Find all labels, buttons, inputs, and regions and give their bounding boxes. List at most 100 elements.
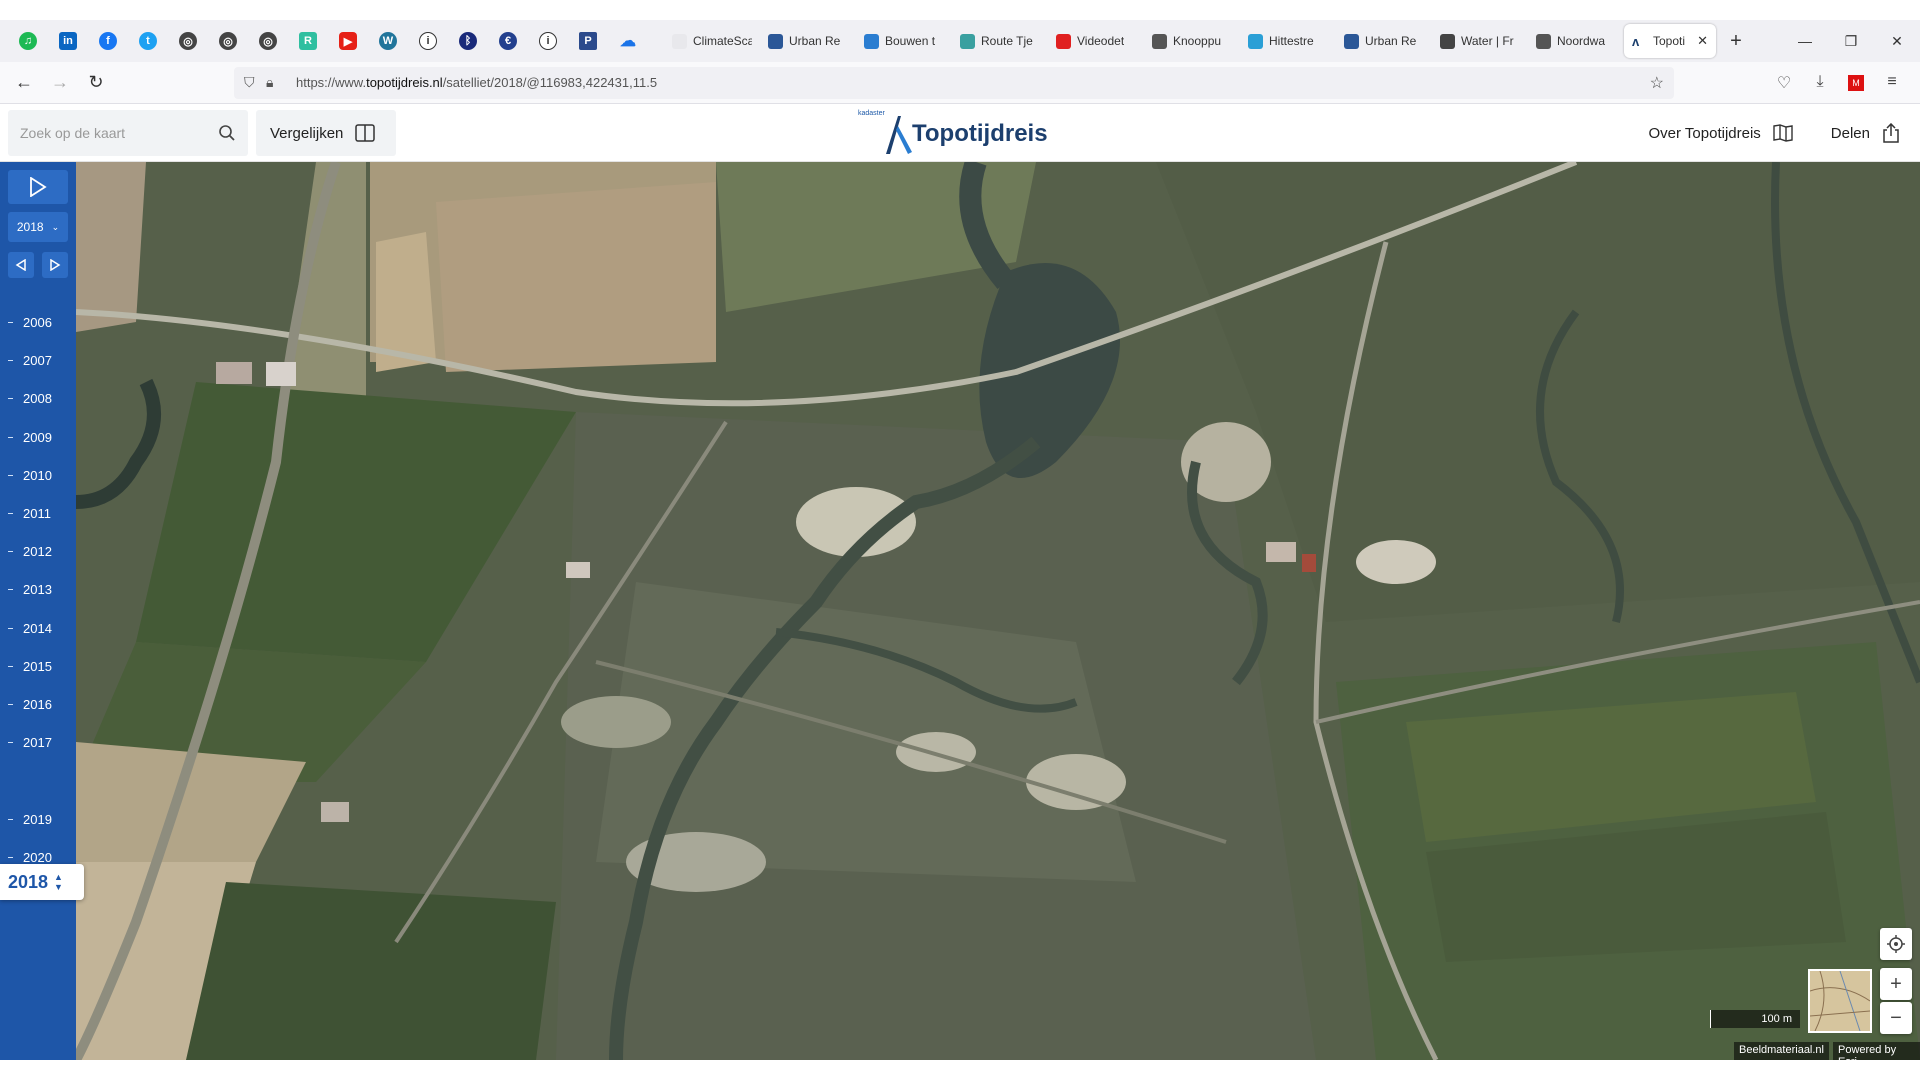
pinned-tab[interactable]: i bbox=[408, 20, 448, 62]
close-tab-icon[interactable]: ✕ bbox=[1697, 33, 1708, 49]
back-button[interactable]: ← bbox=[6, 72, 42, 93]
pinned-tab[interactable]: i bbox=[528, 20, 568, 62]
plus-icon: + bbox=[1890, 972, 1902, 995]
year-label: 2019 bbox=[23, 811, 52, 827]
minimize-button[interactable]: — bbox=[1782, 33, 1828, 50]
timeline-year-2014[interactable]: 2014 bbox=[0, 618, 76, 638]
timeline-year-2010[interactable]: 2010 bbox=[0, 465, 76, 485]
pinned-tab[interactable]: ◎ bbox=[248, 20, 288, 62]
year-tick bbox=[8, 818, 13, 820]
locate-button[interactable] bbox=[1880, 928, 1912, 960]
updown-icon: ▲ ▼ bbox=[54, 872, 63, 892]
close-window-button[interactable]: ✕ bbox=[1874, 33, 1920, 50]
browser-tab[interactable]: Water | Fr bbox=[1432, 24, 1528, 58]
browser-tab[interactable]: Hittestre bbox=[1240, 24, 1336, 58]
pocket-icon[interactable]: ♡ bbox=[1766, 73, 1802, 93]
menu-icon[interactable]: ≡ bbox=[1874, 73, 1910, 93]
play-button[interactable] bbox=[8, 170, 68, 204]
search-icon[interactable] bbox=[218, 124, 236, 142]
timeline-year-2011[interactable]: 2011 bbox=[0, 503, 76, 523]
zoom-in-button[interactable]: + bbox=[1880, 968, 1912, 1000]
pinned-tab[interactable]: ♫ bbox=[8, 20, 48, 62]
shield-icon[interactable]: ⛉ bbox=[244, 74, 266, 91]
timeline-year-2012[interactable]: 2012 bbox=[0, 541, 76, 561]
next-year-button[interactable] bbox=[42, 252, 68, 278]
twitter-icon: t bbox=[139, 32, 157, 50]
logo-small-text: kadaster bbox=[858, 110, 885, 117]
previous-year-button[interactable] bbox=[8, 252, 34, 278]
browser-tab[interactable]: ClimateScan bbox=[664, 24, 760, 58]
forward-button[interactable]: → bbox=[42, 72, 78, 93]
tab-title: Videodet bbox=[1077, 34, 1125, 48]
pinned-tab[interactable]: in bbox=[48, 20, 88, 62]
scale-bar: 100 m bbox=[1710, 1010, 1800, 1028]
basemap-switcher[interactable] bbox=[1808, 969, 1872, 1033]
attribution-imagery[interactable]: Beeldmateriaal.nl bbox=[1734, 1042, 1829, 1060]
timeline-year-2016[interactable]: 2016 bbox=[0, 694, 76, 714]
timeline-year-2017[interactable]: 2017 bbox=[0, 732, 76, 752]
share-button[interactable]: Delen bbox=[1831, 123, 1900, 143]
timeline-sidebar: 2018 ⌄ 2006 2007 2008 2009 2010 2011 2012 2013 2… bbox=[0, 162, 84, 1060]
year-label: 2011 bbox=[23, 505, 51, 521]
pinned-tab[interactable]: ☁ bbox=[608, 20, 648, 62]
timeline-year-2019[interactable]: 2019 bbox=[0, 809, 76, 829]
pinned-tab[interactable]: t bbox=[128, 20, 168, 62]
timeline-year-2009[interactable]: 2009 bbox=[0, 427, 76, 447]
pinned-tab[interactable]: P bbox=[568, 20, 608, 62]
year-label: 2012 bbox=[23, 543, 52, 559]
topo-map-thumbnail-icon bbox=[1810, 971, 1870, 1031]
timeline-year-2015[interactable]: 2015 bbox=[0, 656, 76, 676]
attribution-esri[interactable]: Powered by Esri bbox=[1833, 1042, 1920, 1068]
browser-tab[interactable]: Route Tje bbox=[952, 24, 1048, 58]
pinned-tab[interactable]: f bbox=[88, 20, 128, 62]
tab-title: Water | Fr bbox=[1461, 34, 1514, 48]
timeline-year-2008[interactable]: 2008 bbox=[0, 388, 76, 408]
browser-tab[interactable]: Urban Re bbox=[1336, 24, 1432, 58]
downloads-icon[interactable]: ⤓ bbox=[1802, 73, 1838, 93]
timeline-year-2006[interactable]: 2006 bbox=[0, 312, 76, 332]
tab-title: Urban Re bbox=[1365, 34, 1417, 48]
satellite-imagery bbox=[76, 162, 1920, 1060]
current-year-marker[interactable]: 2018 ▲ ▼ bbox=[0, 864, 84, 900]
tab-favicon-icon bbox=[1248, 33, 1263, 49]
pinned-tab[interactable]: ᛒ bbox=[448, 20, 488, 62]
pinned-tab[interactable]: ◎ bbox=[208, 20, 248, 62]
satellite-map[interactable] bbox=[76, 162, 1920, 1060]
timeline-year-2007[interactable]: 2007 bbox=[0, 350, 76, 370]
header-actions: Over Topotijdreis Delen bbox=[1611, 104, 1900, 162]
new-tab-button[interactable]: + bbox=[1720, 30, 1752, 53]
share-icon bbox=[1883, 123, 1899, 143]
address-bar[interactable]: ⛉ 🔒︎ https://www.topotijdreis.nl/satelli… bbox=[234, 66, 1674, 99]
year-label: 2015 bbox=[23, 658, 52, 674]
pinned-tab[interactable]: W bbox=[368, 20, 408, 62]
bookmark-star-icon[interactable]: ☆ bbox=[1650, 73, 1664, 93]
browser-tab[interactable]: Bouwen t bbox=[856, 24, 952, 58]
active-tab[interactable]: ʌ Topoti ✕ bbox=[1624, 24, 1716, 58]
globe-icon: ◎ bbox=[259, 32, 277, 50]
compare-button[interactable]: Vergelijken bbox=[256, 110, 396, 156]
pinned-tab[interactable]: R bbox=[288, 20, 328, 62]
current-year-label: 2018 bbox=[8, 871, 49, 892]
extension-icon[interactable]: M bbox=[1838, 73, 1874, 93]
app-logo[interactable]: kadaster Topotijdreis bbox=[858, 110, 1048, 154]
browser-tab[interactable]: Knooppu bbox=[1144, 24, 1240, 58]
browser-tab[interactable]: Videodet bbox=[1048, 24, 1144, 58]
zoom-out-button[interactable]: − bbox=[1880, 1002, 1912, 1034]
globe-icon: ◎ bbox=[179, 32, 197, 50]
year-tick bbox=[8, 474, 13, 476]
about-button[interactable]: Over Topotijdreis bbox=[1649, 124, 1793, 142]
timeline-year-2013[interactable]: 2013 bbox=[0, 579, 76, 599]
browser-tab[interactable]: Noordwa bbox=[1528, 24, 1624, 58]
restore-button[interactable]: ❐ bbox=[1828, 33, 1874, 50]
pinned-tab[interactable]: ▶ bbox=[328, 20, 368, 62]
app-title: Topotijdreis bbox=[912, 120, 1048, 147]
tab-title: Knooppu bbox=[1173, 34, 1222, 48]
lock-icon[interactable]: 🔒︎ bbox=[266, 74, 288, 91]
year-select[interactable]: 2018 ⌄ bbox=[8, 212, 68, 242]
pinned-tab[interactable]: ◎ bbox=[168, 20, 208, 62]
reload-button[interactable]: ↻ bbox=[78, 72, 114, 93]
search-input[interactable] bbox=[20, 125, 218, 141]
browser-tab[interactable]: Urban Re bbox=[760, 24, 856, 58]
pinned-tab[interactable]: € bbox=[488, 20, 528, 62]
tab-title: Bouwen t bbox=[885, 34, 936, 48]
